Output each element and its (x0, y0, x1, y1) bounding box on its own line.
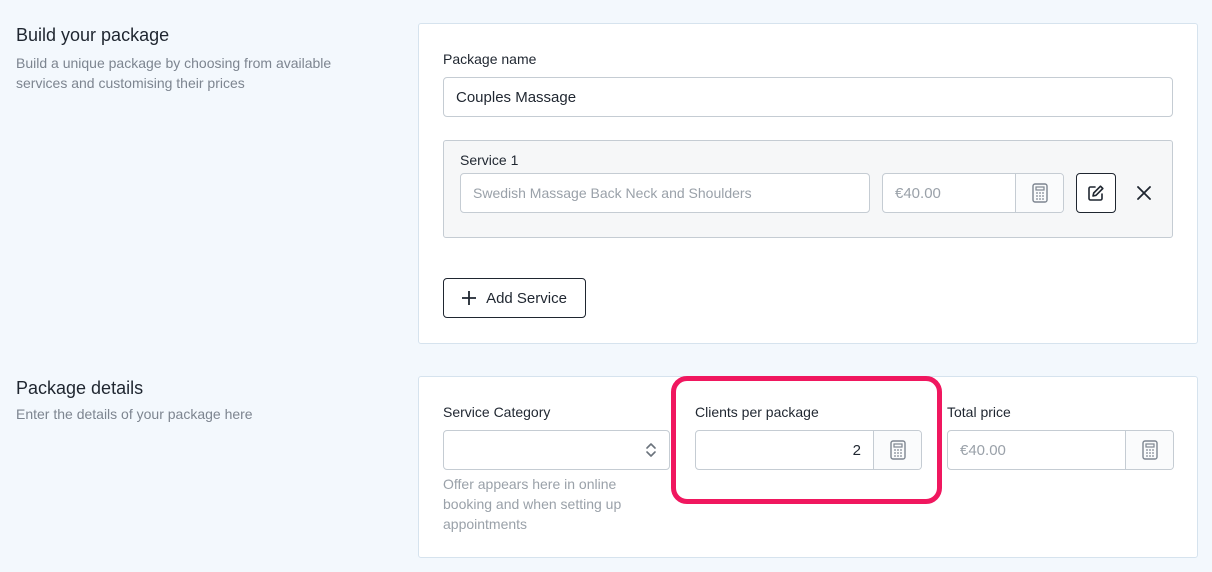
package-details-description: Enter the details of your package here (16, 406, 253, 422)
build-package-title: Build your package (16, 25, 170, 45)
total-price-label: Total price (947, 404, 1011, 420)
close-icon (1137, 186, 1151, 200)
remove-service-button[interactable] (1132, 181, 1156, 205)
total-price-input[interactable]: €40.00 (947, 430, 1174, 470)
build-package-description: Build a unique package by choosing from … (16, 55, 332, 91)
calculator-icon[interactable] (1125, 431, 1173, 469)
chevron-updown-icon (646, 443, 656, 457)
build-package-card: Package name Couples Massage Service 1 S… (418, 23, 1198, 344)
service-name-input[interactable]: Swedish Massage Back Neck and Shoulders (460, 173, 870, 213)
add-service-button[interactable]: Add Service (443, 278, 586, 318)
calculator-icon[interactable] (1015, 174, 1063, 212)
edit-icon (1088, 185, 1104, 201)
package-name-input[interactable]: Couples Massage (443, 77, 1173, 117)
service-row: Service 1 Swedish Massage Back Neck and … (443, 140, 1173, 238)
highlight-annotation (671, 376, 942, 504)
total-price-value: €40.00 (960, 441, 1006, 459)
service-category-hint: Offer appears here in online booking and… (443, 476, 622, 532)
add-service-label: Add Service (486, 289, 567, 307)
edit-service-button[interactable] (1076, 173, 1116, 213)
package-name-label: Package name (443, 51, 537, 67)
plus-icon (462, 291, 477, 305)
build-package-intro: Build your package Build a unique packag… (16, 24, 376, 93)
package-details-intro: Package details Enter the details of you… (16, 377, 376, 424)
service-price-value: €40.00 (895, 184, 941, 202)
package-details-title: Package details (16, 378, 144, 398)
service-price-input[interactable]: €40.00 (882, 173, 1064, 213)
service-label: Service 1 (460, 152, 519, 168)
service-category-select[interactable] (443, 430, 670, 470)
service-category-label: Service Category (443, 404, 551, 420)
